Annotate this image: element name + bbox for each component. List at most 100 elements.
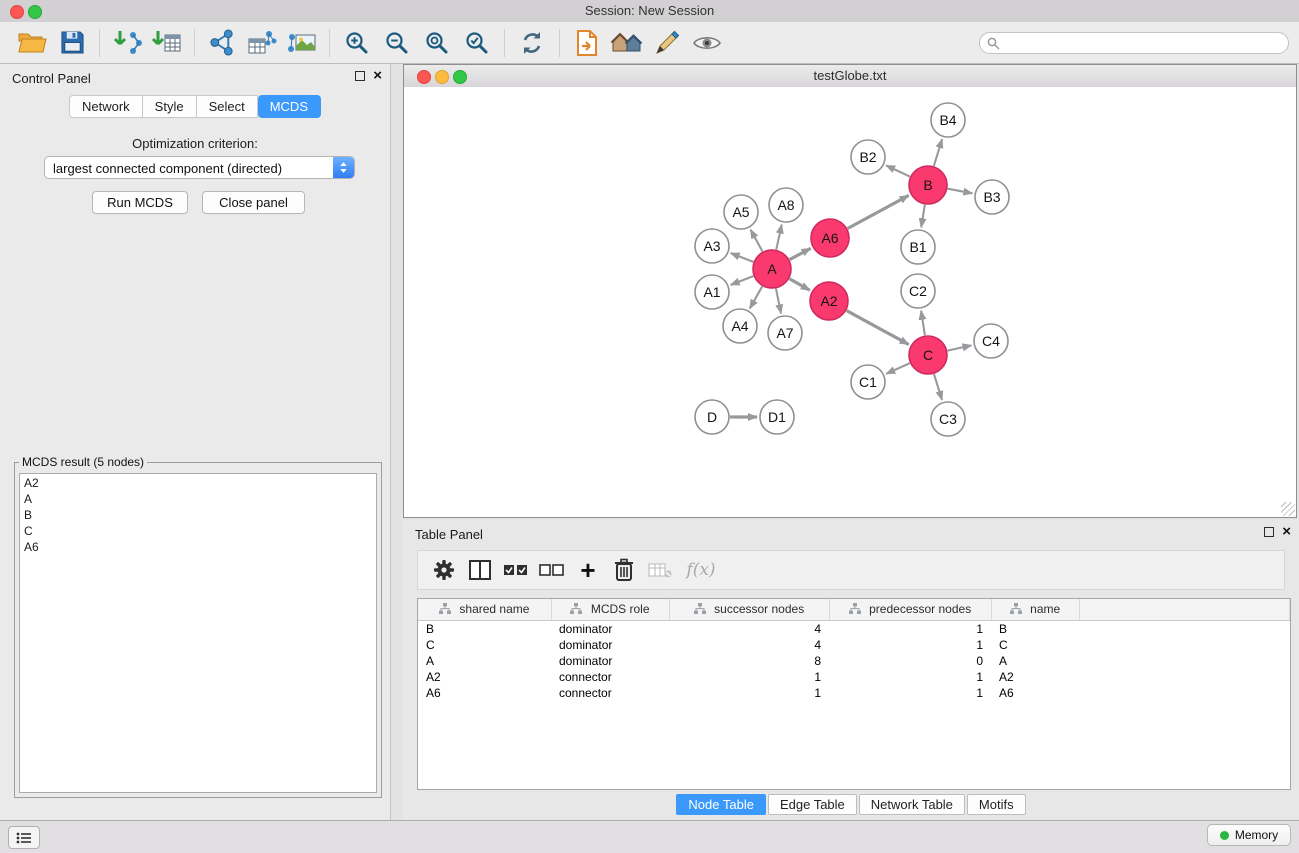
export-table-button[interactable] xyxy=(242,25,282,61)
table-row[interactable]: A2 connector 1 1 A2 xyxy=(418,669,1290,685)
graph-node-A7[interactable]: A7 xyxy=(768,316,802,350)
mcds-result-list[interactable]: A2 A B C A6 xyxy=(19,473,377,793)
table-row[interactable]: C dominator 4 1 C xyxy=(418,637,1290,653)
zoom-selected-button[interactable] xyxy=(457,25,497,61)
graph-edge-C-C2[interactable] xyxy=(921,311,925,335)
cell[interactable]: C xyxy=(418,637,551,653)
column-header-shared-name[interactable]: shared name xyxy=(418,599,551,621)
open-session-button[interactable] xyxy=(12,25,52,61)
graph-node-A6[interactable]: A6 xyxy=(811,219,849,257)
show-hide-button[interactable] xyxy=(687,25,727,61)
column-header-name[interactable]: name xyxy=(991,599,1079,621)
graph-edge-A-A1[interactable] xyxy=(731,276,754,285)
graph-node-C1[interactable]: C1 xyxy=(851,365,885,399)
cell[interactable]: 1 xyxy=(829,621,991,638)
graph-node-D[interactable]: D xyxy=(695,400,729,434)
column-header-mcds-role[interactable]: MCDS role xyxy=(551,599,669,621)
tab-edge-table[interactable]: Edge Table xyxy=(768,794,857,815)
graph-node-B[interactable]: B xyxy=(909,166,947,204)
cell[interactable]: A6 xyxy=(418,685,551,701)
graph-edge-A-A6[interactable] xyxy=(790,248,811,259)
new-network-button[interactable] xyxy=(202,25,242,61)
column-header-successor-nodes[interactable]: successor nodes xyxy=(669,599,829,621)
float-table-panel-icon[interactable] xyxy=(1264,527,1274,537)
cell[interactable]: 4 xyxy=(669,621,829,638)
function-builder-button[interactable]: f(x) xyxy=(678,554,724,586)
window-resize-grip[interactable] xyxy=(1281,502,1295,516)
delete-column-button[interactable] xyxy=(606,554,642,586)
result-item[interactable]: B xyxy=(24,507,372,523)
network-canvas[interactable]: B4B2BB3A5A8A6B1A3AC2A1A2A4A7CC4C1C3DD1 xyxy=(404,87,1296,517)
tab-network-table[interactable]: Network Table xyxy=(859,794,965,815)
graph-node-A5[interactable]: A5 xyxy=(724,195,758,229)
zoom-in-button[interactable] xyxy=(337,25,377,61)
graph-edge-B-B4[interactable] xyxy=(934,139,942,166)
table-row[interactable]: A dominator 8 0 A xyxy=(418,653,1290,669)
criterion-dropdown[interactable]: largest connected component (directed) xyxy=(44,156,355,179)
graph-edge-A-A7[interactable] xyxy=(776,289,781,314)
cell[interactable]: 1 xyxy=(829,637,991,653)
graph-node-A8[interactable]: A8 xyxy=(769,188,803,222)
memory-button[interactable]: Memory xyxy=(1207,824,1291,846)
cell[interactable]: A xyxy=(991,653,1079,669)
add-column-button[interactable]: + xyxy=(570,554,606,586)
zoom-fit-button[interactable] xyxy=(417,25,457,61)
cell[interactable]: 1 xyxy=(669,685,829,701)
close-panel-icon[interactable]: × xyxy=(373,70,382,81)
graph-edge-C-C3[interactable] xyxy=(934,374,942,400)
result-item[interactable]: C xyxy=(24,523,372,539)
close-table-panel-icon[interactable]: × xyxy=(1282,526,1291,537)
cell[interactable]: dominator xyxy=(551,621,669,638)
graph-node-A3[interactable]: A3 xyxy=(695,229,729,263)
graph-node-C[interactable]: C xyxy=(909,336,947,374)
home-views-button[interactable] xyxy=(607,25,647,61)
graph-node-C2[interactable]: C2 xyxy=(901,274,935,308)
graph-node-C3[interactable]: C3 xyxy=(931,402,965,436)
graph-node-B1[interactable]: B1 xyxy=(901,230,935,264)
column-header-predecessor-nodes[interactable]: predecessor nodes xyxy=(829,599,991,621)
graph-edge-A6-B[interactable] xyxy=(848,195,909,228)
cell[interactable]: A2 xyxy=(418,669,551,685)
graph-edge-A2-C[interactable] xyxy=(847,311,909,345)
table-row[interactable]: A6 connector 1 1 A6 xyxy=(418,685,1290,701)
select-all-button[interactable] xyxy=(498,554,534,586)
delete-table-button[interactable] xyxy=(642,554,678,586)
show-columns-button[interactable] xyxy=(462,554,498,586)
export-image-button[interactable] xyxy=(282,25,322,61)
apply-style-button[interactable] xyxy=(647,25,687,61)
graph-edge-C-C1[interactable] xyxy=(886,363,910,374)
graph-edge-A-A5[interactable] xyxy=(751,230,763,252)
zoom-out-button[interactable] xyxy=(377,25,417,61)
tab-mcds[interactable]: MCDS xyxy=(258,95,321,118)
run-mcds-button[interactable]: Run MCDS xyxy=(92,191,188,214)
task-history-button[interactable] xyxy=(8,826,40,849)
cell[interactable]: 1 xyxy=(669,669,829,685)
tab-select[interactable]: Select xyxy=(197,95,258,118)
graph-edge-B-B1[interactable] xyxy=(921,205,925,228)
cell[interactable]: 4 xyxy=(669,637,829,653)
graph-node-A1[interactable]: A1 xyxy=(695,275,729,309)
cell[interactable]: B xyxy=(991,621,1079,638)
cell[interactable]: 0 xyxy=(829,653,991,669)
import-table-button[interactable] xyxy=(147,25,187,61)
tab-motifs[interactable]: Motifs xyxy=(967,794,1026,815)
cell[interactable]: A2 xyxy=(991,669,1079,685)
table-settings-button[interactable] xyxy=(426,554,462,586)
graph-edge-A-A2[interactable] xyxy=(789,279,809,290)
apply-layout-button[interactable] xyxy=(512,25,552,61)
graph-node-B3[interactable]: B3 xyxy=(975,180,1009,214)
result-item[interactable]: A6 xyxy=(24,539,372,555)
cell[interactable]: 1 xyxy=(829,685,991,701)
save-session-button[interactable] xyxy=(52,25,92,61)
cell[interactable]: 1 xyxy=(829,669,991,685)
tab-node-table[interactable]: Node Table xyxy=(676,794,766,815)
cell[interactable]: connector xyxy=(551,685,669,701)
graph-edge-C-C4[interactable] xyxy=(948,345,972,350)
cell[interactable]: dominator xyxy=(551,653,669,669)
result-item[interactable]: A xyxy=(24,491,372,507)
graph-node-A[interactable]: A xyxy=(753,250,791,288)
result-item[interactable]: A2 xyxy=(24,475,372,491)
cell[interactable]: A xyxy=(418,653,551,669)
graph-edge-B-B2[interactable] xyxy=(886,165,910,176)
graph-edge-B-B3[interactable] xyxy=(948,189,973,194)
